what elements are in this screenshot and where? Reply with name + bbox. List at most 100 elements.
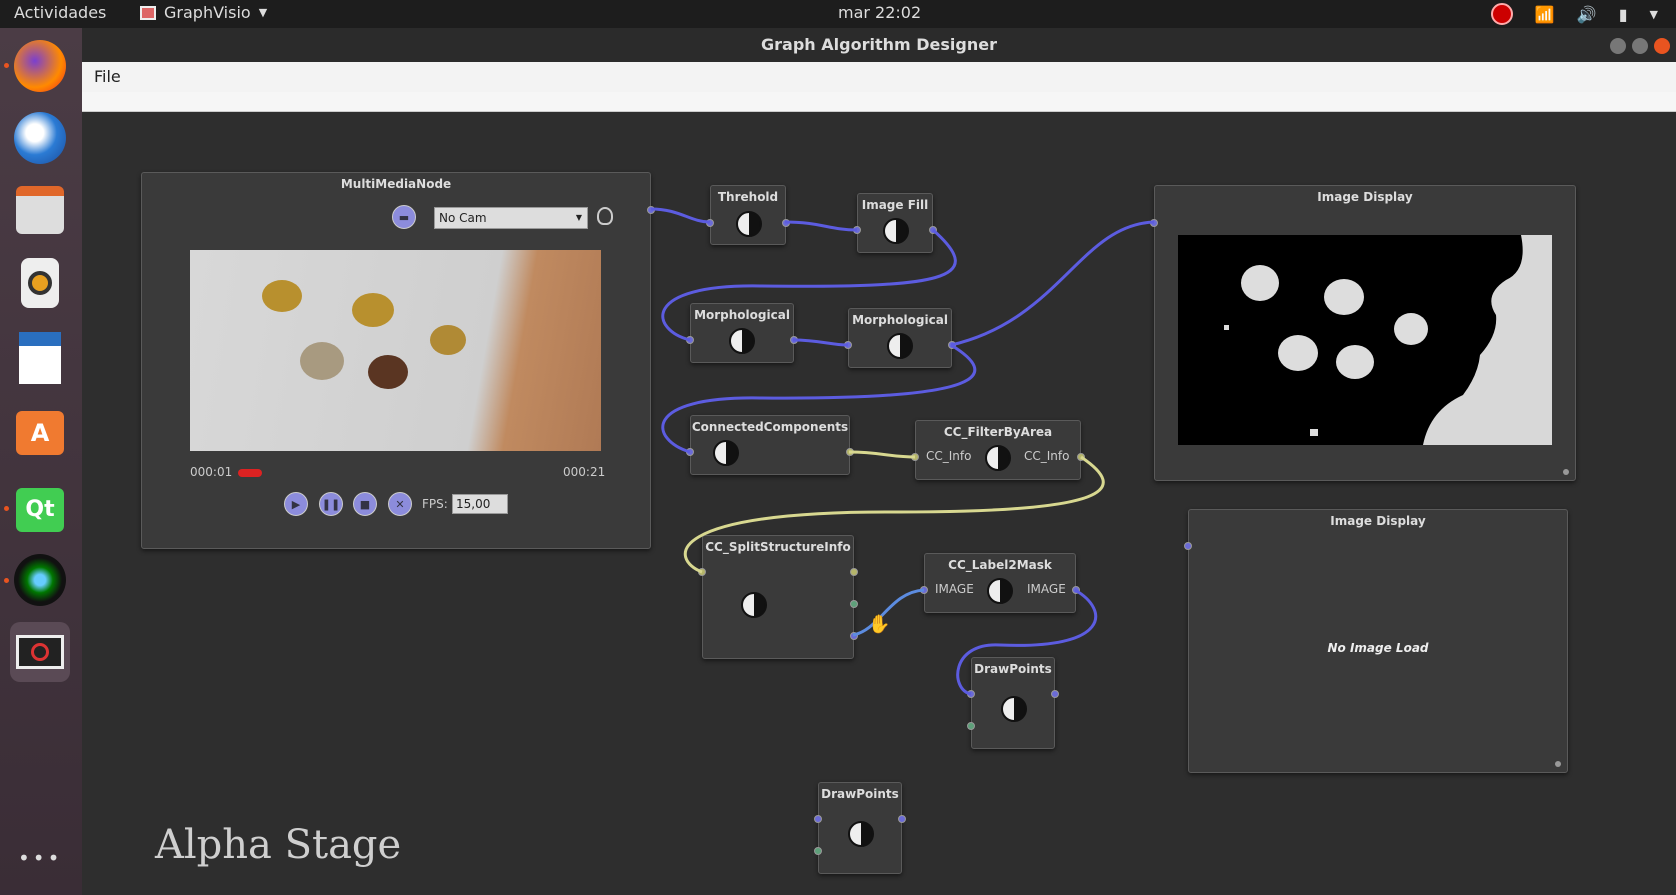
rhythmbox-icon[interactable] [10,253,70,313]
resize-handle[interactable] [1555,761,1561,767]
node-contrast-icon [883,218,909,244]
input-port[interactable] [853,226,861,234]
clock[interactable]: mar 22:02 [838,3,921,22]
writer-icon[interactable] [10,328,70,388]
input-port[interactable] [1150,219,1158,227]
coin-image [300,342,344,380]
app-menu[interactable]: GraphVisio ▼ [140,3,267,22]
node-contrast-icon [1001,696,1027,722]
system-tray[interactable]: 📶 🔊 ▮ ▼ [1490,3,1658,25]
node-title: DrawPoints [821,787,899,801]
threhold-node[interactable]: Threhold [706,185,790,245]
input-port[interactable] [1184,542,1192,550]
software-center-icon[interactable]: A [10,403,70,463]
input-port[interactable] [698,568,706,576]
output-port[interactable] [846,448,854,456]
fps-spinbox[interactable]: 15,00 [452,494,508,514]
input-port-label: IMAGE [935,582,974,596]
close-icon[interactable]: ✕ [388,492,412,516]
morphological-node-1[interactable]: Morphological [686,303,798,363]
image-display-node-2[interactable]: Image Display No Image Load [1184,509,1568,773]
record-icon[interactable] [1490,3,1513,25]
input-port[interactable] [814,847,822,855]
output-port-label: IMAGE [1027,582,1066,596]
binary-output-image [1178,235,1552,445]
node-contrast-icon [987,578,1013,604]
battery-icon: ▮ [1618,4,1628,24]
output-port[interactable] [898,815,906,823]
app-icon [140,5,156,20]
camera-app-icon[interactable] [10,550,70,610]
node-contrast-icon [736,211,762,237]
shore-region [1423,235,1552,445]
stop-icon[interactable]: ■ [353,492,377,516]
node-title: Threhold [717,190,779,204]
chevron-down-icon: ▼ [258,6,268,19]
multimedia-node[interactable]: MultiMediaNode ▬ No Cam ▼ 000:01 000:21 … [141,172,655,549]
input-port[interactable] [706,219,714,227]
node-title: CC_SplitStructureInfo [705,540,851,554]
graphvisio-app-icon[interactable] [10,622,70,682]
output-port[interactable] [1051,690,1059,698]
input-port-label: CC_Info [926,449,972,463]
folder-icon[interactable]: ▬ [392,205,416,229]
draw-points-node-1[interactable]: DrawPoints [967,657,1059,749]
seek-slider[interactable] [238,469,262,477]
input-port[interactable] [686,448,694,456]
output-port-label: CC_Info [1024,449,1070,463]
close-button[interactable] [1654,38,1670,54]
resize-handle[interactable] [1563,469,1569,475]
app-name: GraphVisio [164,3,251,22]
output-port[interactable] [647,206,655,214]
window-title: Graph Algorithm Designer [761,35,997,54]
output-port[interactable] [929,226,937,234]
connected-components-node[interactable]: ConnectedComponents [686,415,854,475]
draw-points-node-2[interactable]: DrawPoints [814,782,906,874]
output-port[interactable] [850,632,858,640]
thunderbird-icon[interactable] [10,108,70,168]
morphological-node-2[interactable]: Morphological [844,308,956,368]
cc-label2mask-node[interactable]: CC_Label2Mask IMAGE IMAGE [920,553,1080,613]
play-icon[interactable]: ▶ [284,492,308,516]
node-title: ConnectedComponents [691,420,849,434]
cc-filter-by-area-node[interactable]: CC_FilterByArea CC_Info CC_Info [911,420,1085,480]
node-contrast-icon [741,592,767,618]
coin-image [430,325,466,355]
menu-bar: File [82,62,1676,92]
image-fill-node[interactable]: Image Fill [853,193,937,253]
chevron-down-icon: ▼ [575,213,582,222]
output-port[interactable] [948,341,956,349]
maximize-button[interactable] [1632,38,1648,54]
output-port[interactable] [850,568,858,576]
minimize-button[interactable] [1610,38,1626,54]
input-port[interactable] [844,341,852,349]
output-port[interactable] [1077,453,1085,461]
node-title: DrawPoints [974,662,1052,676]
output-port[interactable] [850,600,858,608]
input-port[interactable] [814,815,822,823]
cc-split-structure-info-node[interactable]: CC_SplitStructureInfo [698,535,858,659]
node-title: Image Display [1330,514,1426,528]
menu-file[interactable]: File [94,67,121,86]
output-port[interactable] [782,219,790,227]
node-contrast-icon [713,440,739,466]
image-display-node-1[interactable]: Image Display [1150,185,1576,481]
chevron-down-icon: ▼ [1649,7,1658,21]
output-port[interactable] [1072,586,1080,594]
firefox-icon[interactable] [10,36,70,96]
activities-button[interactable]: Actividades [14,3,106,22]
pause-icon[interactable]: ❚❚ [319,492,343,516]
input-port[interactable] [967,690,975,698]
files-icon[interactable] [10,180,70,240]
input-port[interactable] [967,722,975,730]
input-port[interactable] [920,586,928,594]
input-port[interactable] [686,336,694,344]
node-contrast-icon [848,821,874,847]
input-port[interactable] [911,453,919,461]
node-title: CC_FilterByArea [943,425,1053,439]
output-port[interactable] [790,336,798,344]
source-select[interactable]: No Cam ▼ [434,207,588,229]
light-bulb-icon[interactable] [597,207,613,225]
qt-creator-icon[interactable]: Qt [10,480,70,540]
show-apps-icon[interactable]: ••• [18,846,62,870]
